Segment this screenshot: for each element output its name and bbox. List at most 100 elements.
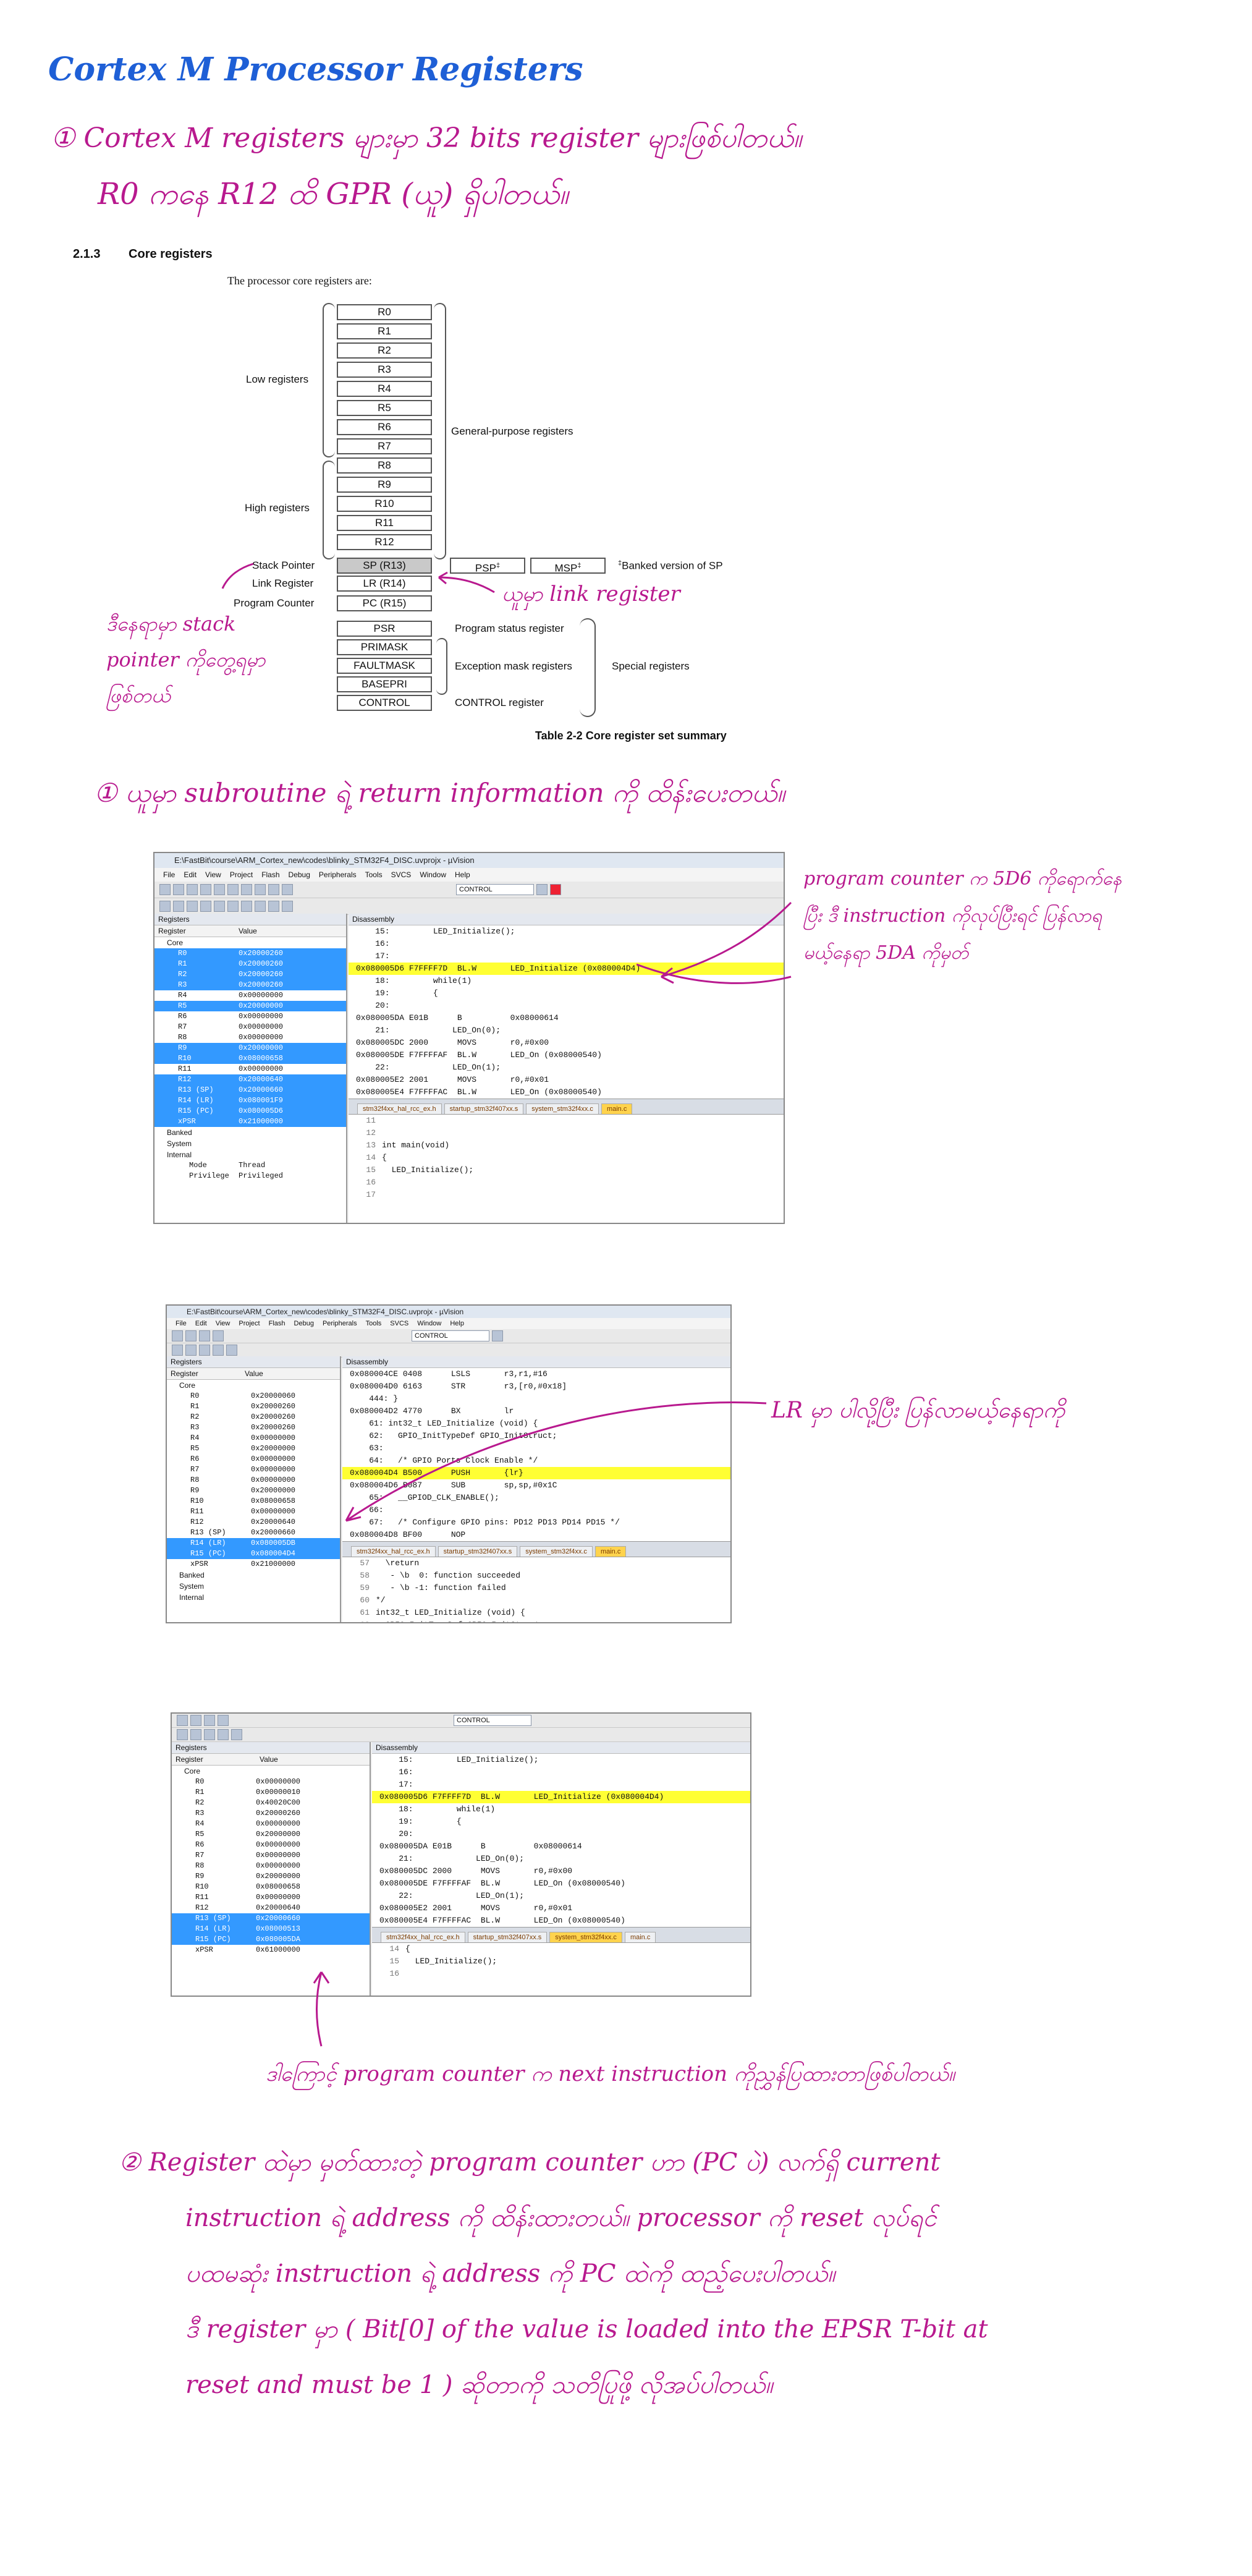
register-row[interactable]: R0 0x20000260: [154, 948, 346, 959]
disassembly-line[interactable]: 0x080005DC 2000 MOVS r0,#0x00: [349, 1037, 784, 1049]
step-into-icon[interactable]: [200, 901, 211, 912]
register-row[interactable]: R11 0x00000000: [154, 1064, 346, 1074]
source-line[interactable]: 13 int main(void): [349, 1139, 784, 1152]
register-row[interactable]: R1 0x20000260: [154, 959, 346, 969]
reset-icon[interactable]: [177, 1729, 188, 1740]
register-group[interactable]: Internal: [167, 1592, 340, 1603]
menu-item[interactable]: Flash: [269, 1318, 286, 1329]
register-row[interactable]: R7 0x00000000: [172, 1850, 370, 1861]
register-row[interactable]: R15 (PC) 0x080005DA: [172, 1934, 370, 1945]
register-row[interactable]: R5 0x20000000: [154, 1001, 346, 1011]
memory-window-icon[interactable]: [282, 901, 293, 912]
disassembly-line[interactable]: 17:: [372, 1779, 750, 1791]
file-tab[interactable]: system_stm32f4xx.c: [549, 1932, 622, 1942]
register-row[interactable]: R12 0x20000640: [172, 1903, 370, 1913]
menu-item[interactable]: Help: [455, 868, 470, 882]
source-line[interactable]: 59 - \b -1: function failed: [342, 1582, 730, 1594]
disassembly-line[interactable]: 18: while(1): [372, 1803, 750, 1816]
source-line[interactable]: 17: [349, 1189, 784, 1201]
source-line[interactable]: 60 */: [342, 1594, 730, 1607]
source-line[interactable]: 61 int32_t LED_Initialize (void) {: [342, 1607, 730, 1619]
disassembly-line[interactable]: 0x080005DC 2000 MOVS r0,#0x00: [372, 1865, 750, 1877]
redo-icon[interactable]: [255, 884, 266, 895]
file-tab[interactable]: main.c: [601, 1103, 633, 1114]
run-to-cursor-icon[interactable]: [241, 901, 252, 912]
paste-icon[interactable]: [227, 884, 239, 895]
disassembly-line[interactable]: 16:: [372, 1766, 750, 1779]
disassembly-window-icon[interactable]: [268, 901, 279, 912]
ide3-find-combo[interactable]: CONTROL: [454, 1715, 531, 1726]
file-tab[interactable]: system_stm32f4xx.c: [520, 1546, 593, 1557]
source-line[interactable]: 12: [349, 1127, 784, 1139]
register-row[interactable]: R14 (LR) 0x080001F9: [154, 1095, 346, 1106]
save-icon[interactable]: [199, 1330, 210, 1341]
save-icon[interactable]: [187, 884, 198, 895]
register-row[interactable]: R15 (PC) 0x080005D6: [154, 1106, 346, 1116]
run-icon[interactable]: [190, 1729, 201, 1740]
register-row[interactable]: R0 0x00000000: [172, 1777, 370, 1787]
reset-icon[interactable]: [172, 1345, 183, 1356]
disassembly-line[interactable]: 0x080005D6 F7FFFF7D BL.W LED_Initialize …: [372, 1791, 750, 1803]
disassembly-line[interactable]: 0x080005E2 2001 MOVS r0,#0x01: [372, 1902, 750, 1915]
disassembly-line[interactable]: 20:: [372, 1828, 750, 1840]
register-row[interactable]: R4 0x00000000: [154, 990, 346, 1001]
debug-icon[interactable]: [536, 884, 548, 895]
register-row[interactable]: xPSR 0x61000000: [172, 1945, 370, 1955]
open-icon[interactable]: [173, 884, 184, 895]
step-out-icon[interactable]: [227, 901, 239, 912]
file-tab[interactable]: system_stm32f4xx.c: [526, 1103, 599, 1114]
menu-item[interactable]: View: [205, 868, 221, 882]
menu-item[interactable]: Peripherals: [323, 1318, 357, 1329]
register-row[interactable]: R5 0x20000000: [172, 1829, 370, 1840]
register-row[interactable]: R3 0x20000260: [172, 1808, 370, 1819]
file-tab[interactable]: startup_stm32f407xx.s: [438, 1546, 518, 1557]
ide3-core-group[interactable]: Core: [172, 1766, 370, 1777]
undo-icon[interactable]: [241, 884, 252, 895]
file-tab[interactable]: startup_stm32f407xx.s: [444, 1103, 524, 1114]
menu-item[interactable]: SVCS: [391, 868, 412, 882]
disassembly-line[interactable]: 0x080005DA E01B B 0x08000614: [372, 1840, 750, 1853]
ide1-find-combo[interactable]: CONTROL: [456, 884, 534, 895]
register-row[interactable]: R2 0x20000260: [154, 969, 346, 980]
undo-icon[interactable]: [218, 1715, 229, 1726]
menu-item[interactable]: Peripherals: [319, 868, 357, 882]
disassembly-line[interactable]: 22: LED_On(1);: [372, 1890, 750, 1902]
debug-icon[interactable]: [492, 1330, 503, 1341]
register-row[interactable]: xPSR 0x21000000: [154, 1116, 346, 1127]
command-window-icon[interactable]: [255, 901, 266, 912]
disassembly-line[interactable]: 19: {: [372, 1816, 750, 1828]
source-line[interactable]: 14 {: [372, 1943, 750, 1955]
menu-item[interactable]: Window: [420, 868, 446, 882]
reset-icon[interactable]: [159, 901, 171, 912]
source-line[interactable]: 57 \return: [342, 1557, 730, 1570]
run-icon[interactable]: [185, 1345, 197, 1356]
file-tab[interactable]: stm32f4xx_hal_rcc_ex.h: [381, 1932, 465, 1942]
cut-icon[interactable]: [200, 884, 211, 895]
new-file-icon[interactable]: [172, 1330, 183, 1341]
register-group[interactable]: Banked: [154, 1127, 346, 1138]
source-line[interactable]: 16: [372, 1968, 750, 1980]
stop-icon[interactable]: [187, 901, 198, 912]
register-group[interactable]: Banked: [167, 1570, 340, 1581]
file-tab[interactable]: startup_stm32f407xx.s: [467, 1932, 548, 1942]
menu-item[interactable]: Tools: [365, 868, 383, 882]
source-line[interactable]: 14 {: [349, 1152, 784, 1164]
disassembly-line[interactable]: 21: LED_On(0);: [349, 1024, 784, 1037]
register-row[interactable]: R2 0x40020C00: [172, 1798, 370, 1808]
menu-item[interactable]: File: [163, 868, 175, 882]
ide1-core-group[interactable]: Core: [154, 937, 346, 948]
menu-item[interactable]: View: [216, 1318, 231, 1329]
register-row[interactable]: R9 0x20000000: [154, 1043, 346, 1053]
step-over-icon[interactable]: [226, 1345, 237, 1356]
step-into-icon[interactable]: [218, 1729, 229, 1740]
menu-item[interactable]: Flash: [261, 868, 279, 882]
register-row[interactable]: R6 0x00000000: [154, 1011, 346, 1022]
disassembly-line[interactable]: 0x080005DE F7FFFFAF BL.W LED_On (0x08000…: [372, 1877, 750, 1890]
disassembly-line[interactable]: 15: LED_Initialize();: [372, 1754, 750, 1766]
register-row[interactable]: R14 (LR) 0x08000513: [172, 1924, 370, 1934]
register-row[interactable]: R15 (PC) 0x080004D4: [167, 1549, 340, 1559]
ide2-find-combo[interactable]: CONTROL: [412, 1330, 489, 1341]
save-icon[interactable]: [204, 1715, 215, 1726]
register-row[interactable]: R7 0x00000000: [154, 1022, 346, 1032]
menu-item[interactable]: Tools: [366, 1318, 382, 1329]
